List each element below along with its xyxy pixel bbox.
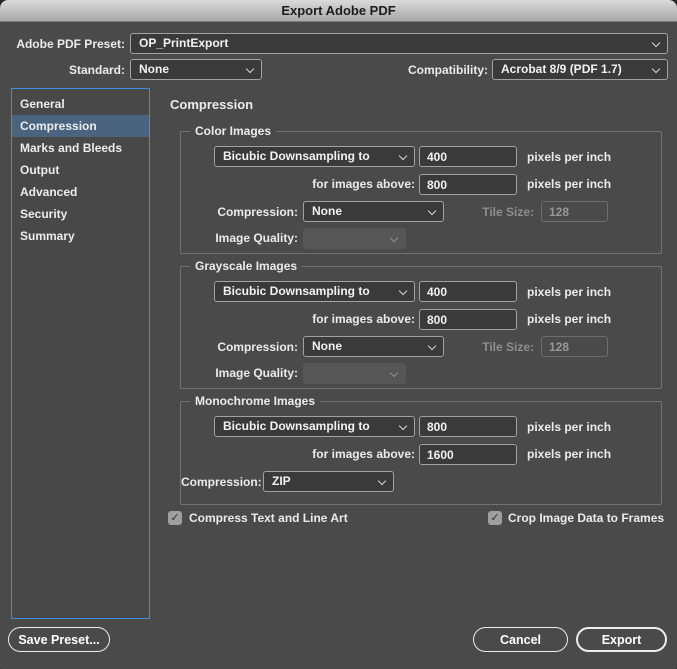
chevron-down-icon: [377, 476, 387, 486]
chevron-down-icon: [398, 286, 408, 296]
chevron-down-icon: [398, 151, 408, 161]
color-ppi-unit: pixels per inch: [527, 150, 612, 164]
color-image-quality-dropdown: [303, 228, 406, 249]
color-ppi-input[interactable]: [419, 146, 517, 167]
export-button[interactable]: Export: [576, 627, 667, 652]
sidebar-item-summary[interactable]: Summary: [12, 225, 149, 247]
grayscale-compression-dropdown[interactable]: None: [303, 336, 444, 357]
grayscale-above-label: for images above:: [312, 312, 415, 326]
cancel-button[interactable]: Cancel: [473, 627, 568, 652]
export-pdf-dialog: Export Adobe PDF Adobe PDF Preset: OP_Pr…: [0, 0, 677, 669]
color-images-group: Color Images Bicubic Downsampling to pix…: [180, 124, 662, 254]
crop-image-data-checkbox[interactable]: ✓: [488, 511, 502, 525]
save-preset-button[interactable]: Save Preset...: [8, 627, 110, 652]
sidebar-item-output[interactable]: Output: [12, 159, 149, 181]
page-title: Compression: [170, 97, 254, 112]
grayscale-downsample-value: Bicubic Downsampling to: [223, 284, 370, 298]
sidebar-item-compression[interactable]: Compression: [12, 115, 149, 137]
chevron-down-icon: [245, 64, 255, 74]
color-images-group-title: Color Images: [190, 124, 277, 138]
grayscale-image-quality-label: Image Quality:: [215, 366, 298, 380]
grayscale-compression-value: None: [312, 339, 342, 353]
check-icon: ✓: [490, 511, 500, 524]
color-image-quality-label: Image Quality:: [215, 231, 298, 245]
monochrome-ppi-input[interactable]: [419, 416, 517, 437]
grayscale-images-group: Grayscale Images Bicubic Downsampling to…: [180, 259, 662, 389]
grayscale-tile-size-input: [541, 336, 608, 357]
monochrome-compression-dropdown[interactable]: ZIP: [263, 471, 394, 492]
chevron-down-icon: [398, 421, 408, 431]
compatibility-label: Compatibility:: [408, 63, 488, 77]
category-list: General Compression Marks and Bleeds Out…: [11, 88, 150, 619]
standard-value: None: [139, 62, 169, 76]
compatibility-value: Acrobat 8/9 (PDF 1.7): [501, 62, 622, 76]
grayscale-above-ppi-input[interactable]: [419, 309, 517, 330]
grayscale-images-group-title: Grayscale Images: [190, 259, 303, 273]
sidebar-item-marks-and-bleeds[interactable]: Marks and Bleeds: [12, 137, 149, 159]
monochrome-compression-label: Compression:: [181, 475, 262, 489]
monochrome-above-unit: pixels per inch: [527, 447, 612, 461]
crop-image-data-label: Crop Image Data to Frames: [508, 511, 665, 525]
color-tile-size-label: Tile Size:: [482, 205, 534, 219]
color-downsample-value: Bicubic Downsampling to: [223, 149, 370, 163]
color-compression-value: None: [312, 204, 342, 218]
grayscale-downsample-dropdown[interactable]: Bicubic Downsampling to: [214, 281, 415, 302]
window-title: Export Adobe PDF: [0, 0, 677, 22]
chevron-down-icon: [389, 368, 399, 378]
grayscale-ppi-unit: pixels per inch: [527, 285, 612, 299]
color-above-label: for images above:: [312, 177, 415, 191]
preset-value: OP_PrintExport: [139, 36, 229, 50]
monochrome-downsample-dropdown[interactable]: Bicubic Downsampling to: [214, 416, 415, 437]
grayscale-compression-label: Compression:: [217, 340, 298, 354]
chevron-down-icon: [389, 233, 399, 243]
check-icon: ✓: [170, 511, 180, 524]
sidebar-item-general[interactable]: General: [12, 93, 149, 115]
color-compression-dropdown[interactable]: None: [303, 201, 444, 222]
monochrome-ppi-unit: pixels per inch: [527, 420, 612, 434]
chevron-down-icon: [651, 64, 661, 74]
monochrome-images-group: Monochrome Images Bicubic Downsampling t…: [180, 394, 662, 505]
preset-label: Adobe PDF Preset:: [16, 37, 125, 51]
monochrome-above-label: for images above:: [312, 447, 415, 461]
standard-dropdown[interactable]: None: [130, 59, 262, 80]
monochrome-above-ppi-input[interactable]: [419, 444, 517, 465]
grayscale-image-quality-dropdown: [303, 363, 406, 384]
color-tile-size-input: [541, 201, 608, 222]
chevron-down-icon: [651, 38, 661, 48]
standard-label: Standard:: [68, 63, 125, 77]
compress-text-checkbox[interactable]: ✓: [168, 511, 182, 525]
monochrome-images-group-title: Monochrome Images: [190, 394, 321, 408]
grayscale-tile-size-label: Tile Size:: [482, 340, 534, 354]
grayscale-above-unit: pixels per inch: [527, 312, 612, 326]
color-above-unit: pixels per inch: [527, 177, 612, 191]
color-compression-label: Compression:: [217, 205, 298, 219]
compatibility-dropdown[interactable]: Acrobat 8/9 (PDF 1.7): [492, 59, 668, 80]
sidebar-item-security[interactable]: Security: [12, 203, 149, 225]
color-above-ppi-input[interactable]: [419, 174, 517, 195]
preset-dropdown[interactable]: OP_PrintExport: [130, 33, 668, 54]
sidebar-item-advanced[interactable]: Advanced: [12, 181, 149, 203]
compress-text-label: Compress Text and Line Art: [189, 511, 348, 525]
monochrome-compression-value: ZIP: [272, 474, 291, 488]
monochrome-downsample-value: Bicubic Downsampling to: [223, 419, 370, 433]
grayscale-ppi-input[interactable]: [419, 281, 517, 302]
color-downsample-dropdown[interactable]: Bicubic Downsampling to: [214, 146, 415, 167]
